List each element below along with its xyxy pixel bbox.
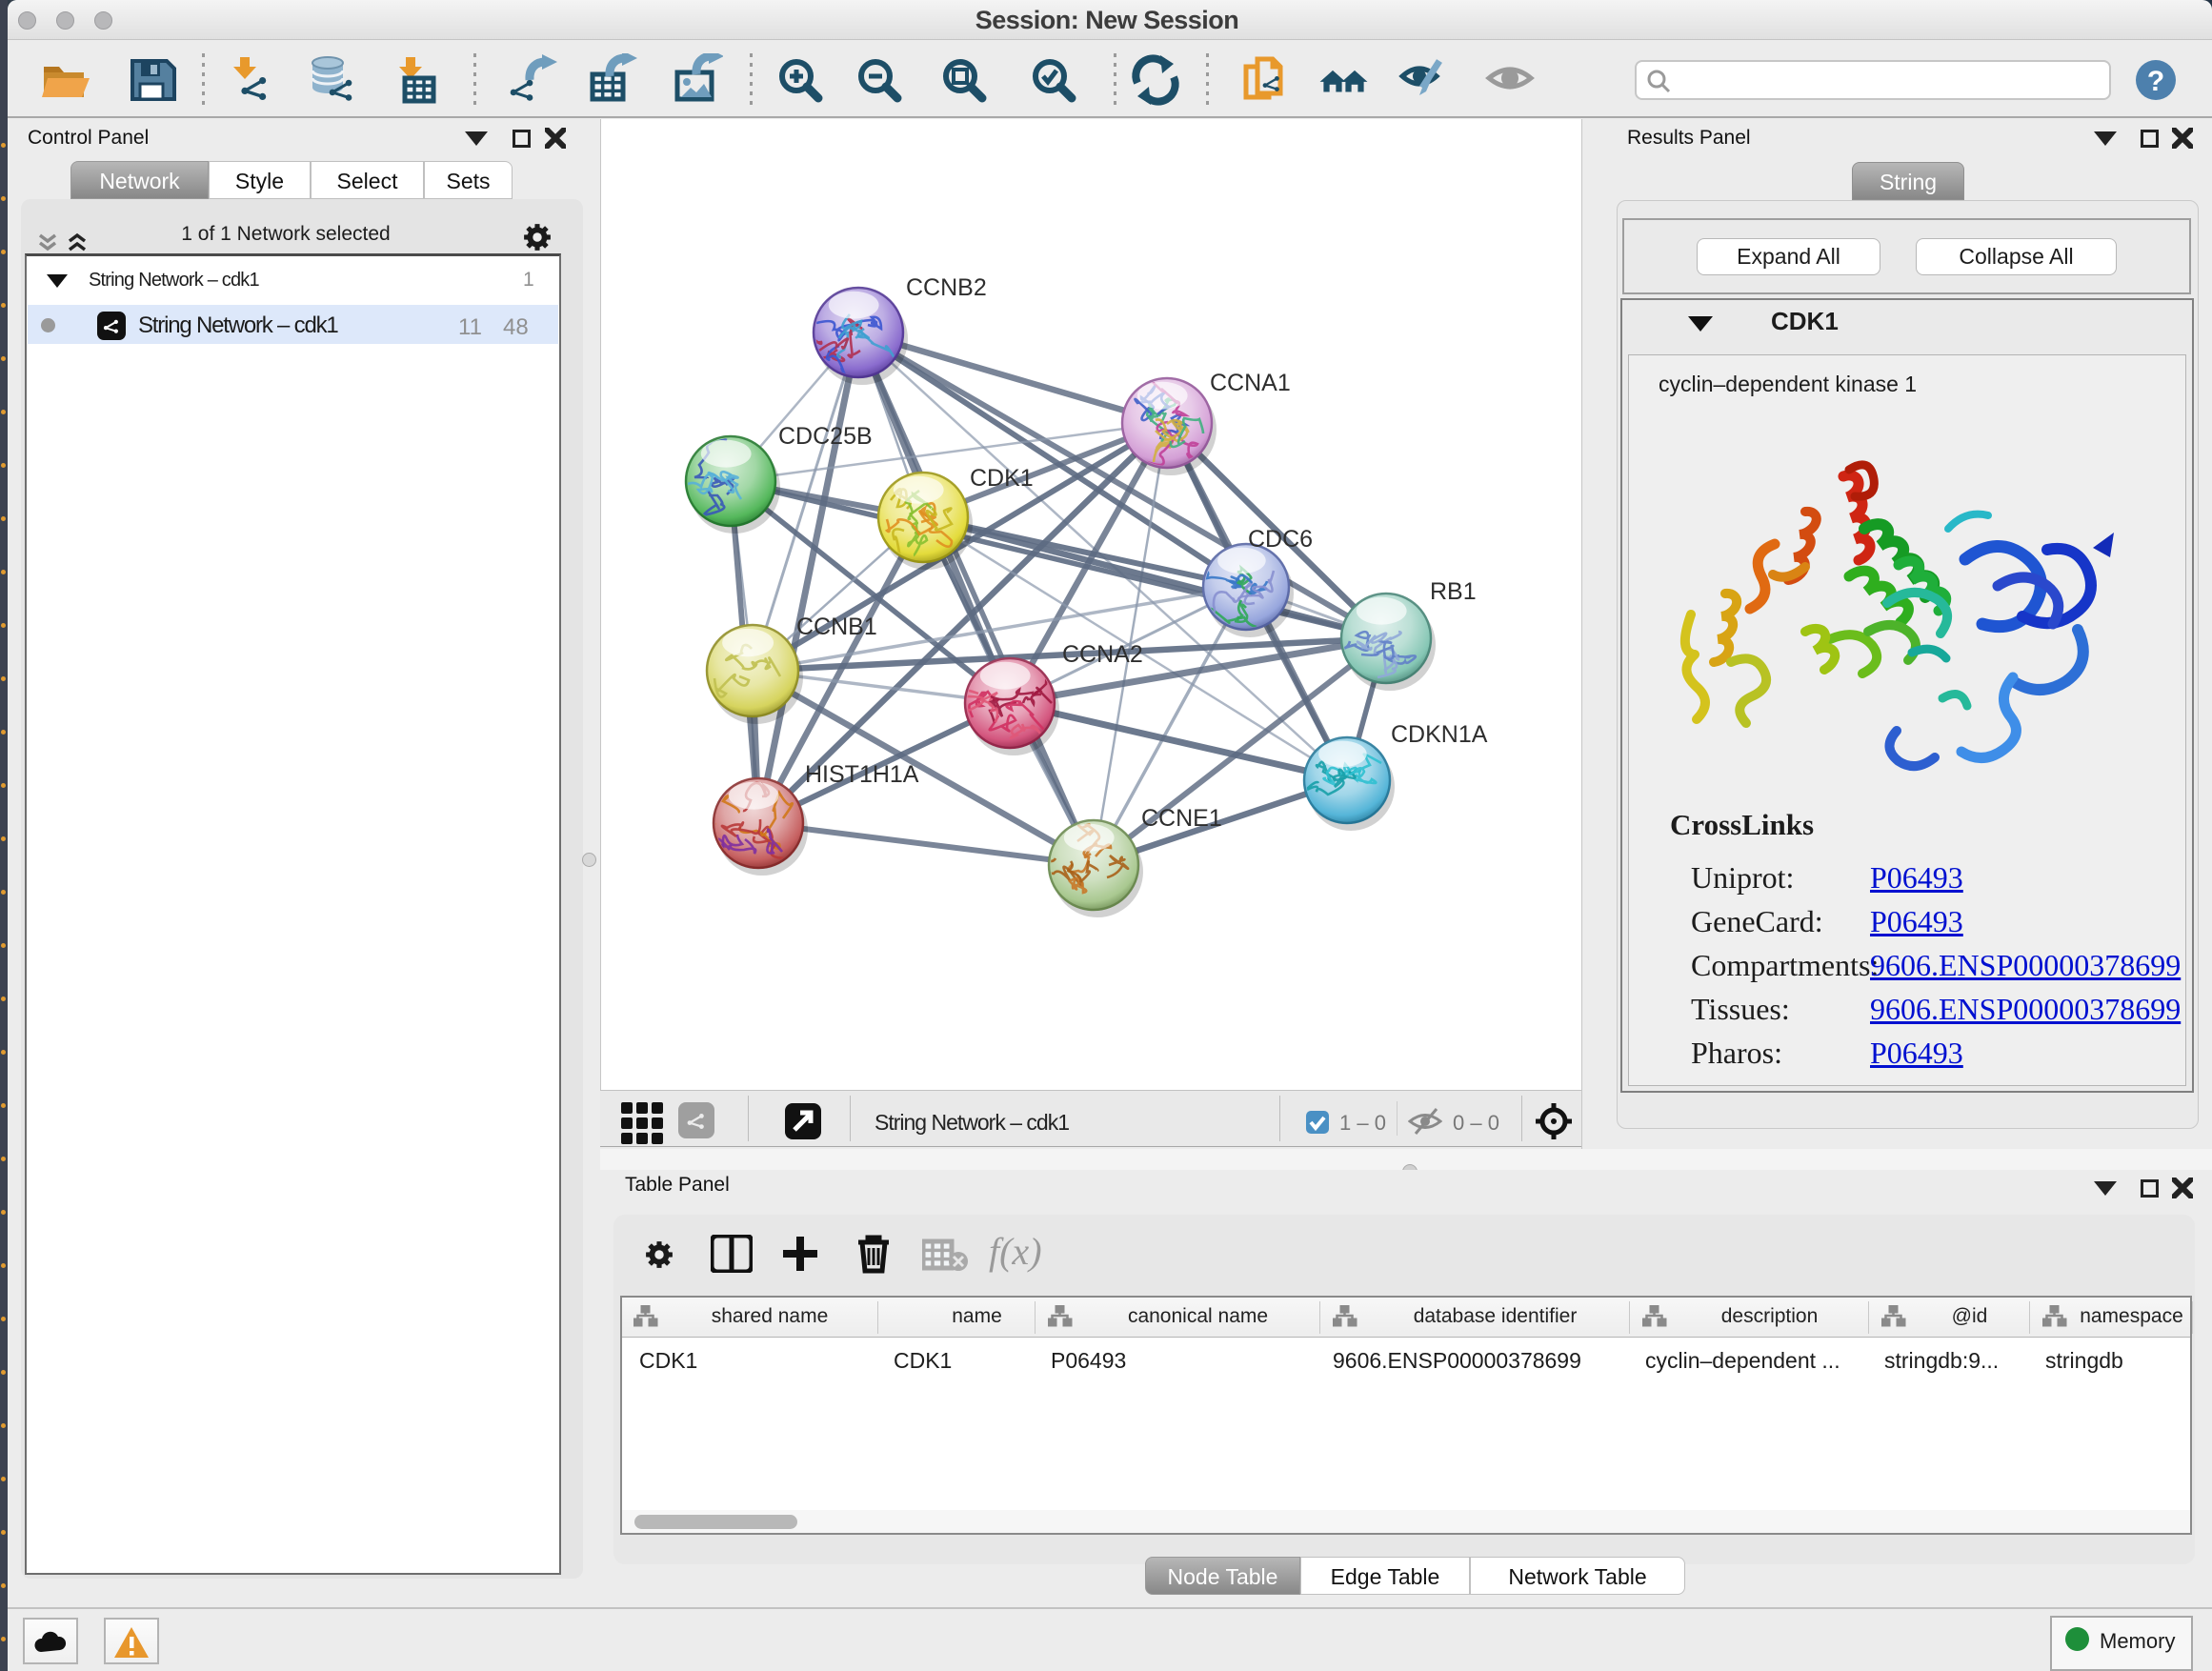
svg-text:CDKN1A: CDKN1A [1391, 721, 1488, 748]
svg-text:CCNE1: CCNE1 [1141, 805, 1222, 832]
svg-text:CDC6: CDC6 [1248, 526, 1313, 553]
svg-text:?: ? [2147, 66, 2164, 97]
svg-text:CCNB1: CCNB1 [796, 614, 877, 640]
svg-text:CCNB2: CCNB2 [906, 274, 987, 301]
svg-text:CDC25B: CDC25B [778, 423, 873, 450]
svg-text:CCNA1: CCNA1 [1210, 370, 1291, 396]
svg-text:CCNA2: CCNA2 [1062, 641, 1143, 668]
svg-text:CDK1: CDK1 [970, 465, 1034, 492]
svg-text:HIST1H1A: HIST1H1A [805, 761, 919, 788]
svg-text:RB1: RB1 [1430, 578, 1477, 605]
